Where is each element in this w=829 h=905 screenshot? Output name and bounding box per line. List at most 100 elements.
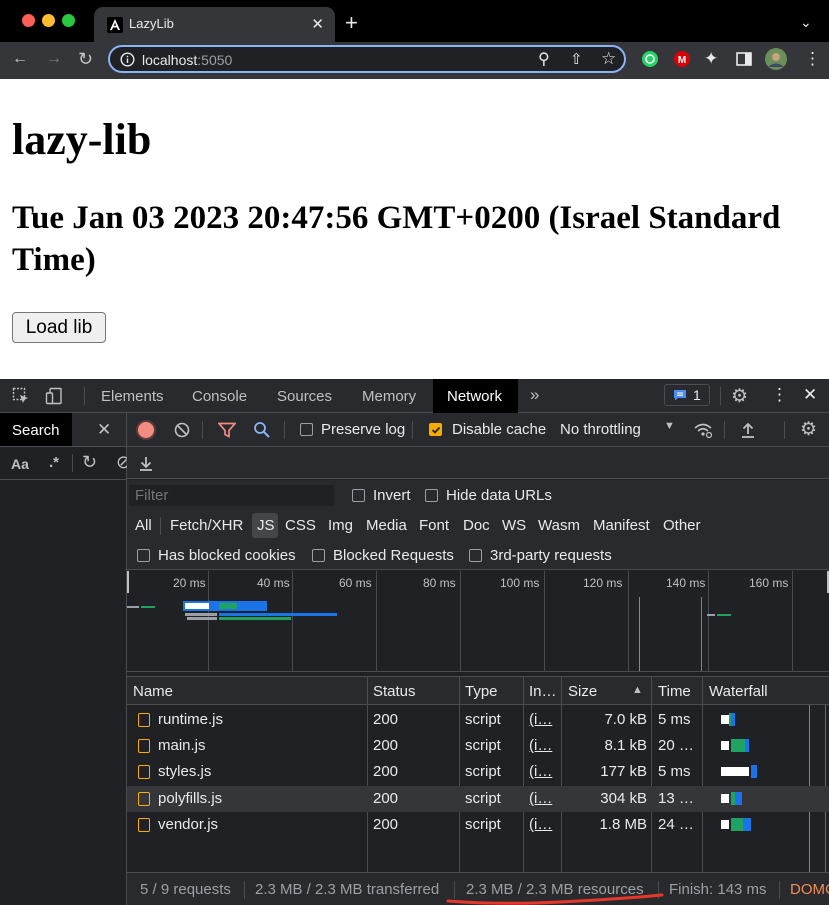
table-row[interactable]: runtime.js 200 script (i… 7.0 kB 5 ms bbox=[127, 707, 829, 733]
request-initiator[interactable]: (i… bbox=[529, 816, 552, 833]
disable-cache-checkbox[interactable] bbox=[429, 423, 442, 436]
request-initiator[interactable]: (i… bbox=[529, 763, 552, 780]
page-title: lazy-lib bbox=[12, 115, 152, 164]
refresh-search-icon[interactable]: ↻ bbox=[82, 452, 97, 473]
type-filter-font[interactable]: Font bbox=[419, 517, 449, 534]
record-button[interactable] bbox=[138, 422, 154, 438]
js-file-icon bbox=[138, 818, 150, 832]
maximize-window-button[interactable] bbox=[62, 14, 75, 27]
address-bar[interactable]: localhost:5050 ⚲ ⇧ ☆ bbox=[108, 45, 626, 73]
inspect-element-icon[interactable] bbox=[12, 387, 30, 405]
column-status[interactable]: Status bbox=[373, 683, 416, 700]
zoom-icon[interactable]: ⚲ bbox=[538, 49, 550, 69]
tab-console[interactable]: Console bbox=[192, 388, 247, 405]
overview-range-handle[interactable] bbox=[127, 571, 129, 593]
issues-badge[interactable]: 1 bbox=[664, 384, 710, 406]
tab-network[interactable]: Network bbox=[433, 379, 518, 413]
type-filter-css[interactable]: CSS bbox=[285, 517, 316, 534]
regex-button[interactable]: .* bbox=[49, 454, 59, 471]
preserve-log-checkbox[interactable] bbox=[300, 423, 313, 436]
whatsapp-extension-icon[interactable] bbox=[641, 50, 659, 68]
export-har-download-icon[interactable] bbox=[138, 454, 154, 472]
table-row[interactable]: polyfills.js 200 script (i… 304 kB 13 … bbox=[127, 786, 829, 812]
column-time[interactable]: Time bbox=[658, 683, 691, 700]
type-filter-all[interactable]: All bbox=[135, 517, 152, 534]
table-row[interactable]: main.js 200 script (i… 8.1 kB 20 … bbox=[127, 733, 829, 759]
match-case-button[interactable]: Aa bbox=[11, 456, 29, 472]
request-initiator[interactable]: (i… bbox=[529, 737, 552, 754]
hide-data-urls-label: Hide data URLs bbox=[446, 487, 552, 504]
minimize-window-button[interactable] bbox=[42, 14, 55, 27]
column-name[interactable]: Name bbox=[133, 683, 173, 700]
request-name[interactable]: main.js bbox=[158, 737, 206, 754]
waterfall-bar bbox=[731, 739, 745, 752]
side-panel-icon[interactable] bbox=[736, 52, 752, 66]
new-tab-button[interactable]: + bbox=[345, 12, 358, 34]
type-filter-img[interactable]: Img bbox=[328, 517, 353, 534]
request-name[interactable]: vendor.js bbox=[158, 816, 218, 833]
type-filter-manifest[interactable]: Manifest bbox=[593, 517, 650, 534]
network-conditions-wifi-icon[interactable] bbox=[693, 421, 713, 439]
close-search-icon[interactable]: ✕ bbox=[97, 420, 111, 440]
network-settings-gear-icon[interactable]: ⚙ bbox=[800, 418, 817, 441]
request-name[interactable]: polyfills.js bbox=[158, 790, 222, 807]
filter-input[interactable] bbox=[129, 485, 334, 506]
forward-arrow-icon[interactable]: → bbox=[46, 50, 62, 68]
search-tab[interactable]: Search bbox=[0, 413, 72, 446]
info-icon[interactable] bbox=[120, 52, 135, 67]
filter-funnel-icon[interactable] bbox=[218, 422, 236, 438]
close-window-button[interactable] bbox=[22, 14, 35, 27]
request-initiator[interactable]: (i… bbox=[529, 790, 552, 807]
request-name[interactable]: runtime.js bbox=[158, 711, 223, 728]
dom-content-loaded-time: DOMC bbox=[790, 881, 829, 898]
table-row[interactable]: vendor.js 200 script (i… 1.8 MB 24 … bbox=[127, 812, 829, 838]
type-filter-js[interactable]: JS bbox=[257, 517, 275, 534]
column-initiator[interactable]: In… bbox=[529, 683, 557, 700]
column-type[interactable]: Type bbox=[465, 683, 498, 700]
type-filter-doc[interactable]: Doc bbox=[463, 517, 490, 534]
blocked-requests-checkbox[interactable] bbox=[312, 549, 325, 562]
network-overview-timeline[interactable]: 20 ms 40 ms 60 ms 80 ms 100 ms 120 ms 14… bbox=[127, 571, 829, 672]
tab-elements[interactable]: Elements bbox=[101, 388, 164, 405]
type-filter-other[interactable]: Other bbox=[663, 517, 701, 534]
hide-data-urls-checkbox[interactable] bbox=[425, 489, 438, 502]
extensions-puzzle-icon[interactable]: ✦ bbox=[704, 49, 718, 69]
device-toolbar-icon[interactable] bbox=[45, 387, 63, 405]
devtools-menu-icon[interactable]: ⋮ bbox=[771, 385, 788, 405]
network-toolbar: Preserve log Disable cache No throttling… bbox=[127, 413, 829, 447]
invert-checkbox[interactable] bbox=[352, 489, 365, 502]
has-blocked-cookies-checkbox[interactable] bbox=[137, 549, 150, 562]
mega-extension-icon[interactable]: M bbox=[673, 50, 691, 68]
tab-memory[interactable]: Memory bbox=[362, 388, 416, 405]
third-party-requests-checkbox[interactable] bbox=[469, 549, 482, 562]
url-text[interactable]: localhost:5050 bbox=[142, 52, 232, 68]
request-name[interactable]: styles.js bbox=[158, 763, 211, 780]
tab-close-icon[interactable]: ✕ bbox=[311, 15, 324, 33]
profile-avatar[interactable] bbox=[765, 48, 787, 70]
throttling-select[interactable]: No throttling bbox=[560, 421, 641, 438]
type-filter-ws[interactable]: WS bbox=[502, 517, 526, 534]
devtools-settings-gear-icon[interactable]: ⚙ bbox=[731, 385, 748, 408]
table-row[interactable]: styles.js 200 script (i… 177 kB 5 ms bbox=[127, 759, 829, 785]
clear-log-icon[interactable] bbox=[174, 422, 190, 438]
browser-tab[interactable]: LazyLib ✕ bbox=[94, 7, 335, 42]
type-filter-fetch-xhr[interactable]: Fetch/XHR bbox=[170, 517, 243, 534]
tab-sources[interactable]: Sources bbox=[277, 388, 332, 405]
column-size[interactable]: Size bbox=[568, 683, 597, 700]
share-icon[interactable]: ⇧ bbox=[570, 50, 583, 68]
import-har-upload-icon[interactable] bbox=[740, 421, 756, 439]
chrome-menu-icon[interactable]: ⋮ bbox=[804, 49, 821, 69]
search-magnifier-icon[interactable] bbox=[253, 421, 271, 439]
bookmark-star-icon[interactable]: ☆ bbox=[601, 49, 616, 69]
column-waterfall[interactable]: Waterfall bbox=[709, 683, 768, 700]
tab-search-chevron-icon[interactable]: ⌄ bbox=[800, 14, 812, 31]
throttling-dropdown-arrow-icon[interactable]: ▼ bbox=[664, 420, 675, 432]
back-arrow-icon[interactable]: ← bbox=[12, 50, 28, 68]
request-initiator[interactable]: (i… bbox=[529, 711, 552, 728]
more-tabs-icon[interactable]: » bbox=[530, 385, 539, 405]
load-lib-button[interactable]: Load lib bbox=[12, 312, 106, 343]
type-filter-media[interactable]: Media bbox=[366, 517, 407, 534]
reload-icon[interactable]: ↻ bbox=[78, 49, 93, 70]
close-devtools-icon[interactable]: ✕ bbox=[803, 385, 817, 405]
type-filter-wasm[interactable]: Wasm bbox=[538, 517, 580, 534]
